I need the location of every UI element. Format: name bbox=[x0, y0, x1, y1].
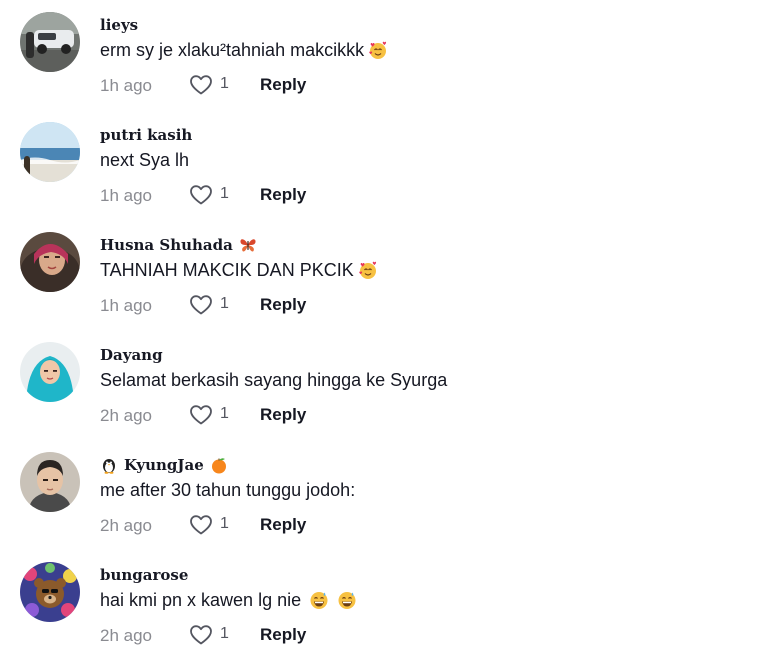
avatar[interactable] bbox=[20, 12, 80, 72]
comment-time: 2h ago bbox=[100, 626, 152, 645]
comment-meta: 1h ago 1 Reply bbox=[100, 184, 500, 208]
avatar[interactable] bbox=[20, 562, 80, 622]
username-text: lieys bbox=[100, 16, 139, 34]
smiling-face-with-hearts-icon bbox=[368, 40, 388, 60]
username[interactable]: bungarose bbox=[100, 565, 188, 585]
comment-meta: 1h ago 1 Reply bbox=[100, 294, 500, 318]
avatar[interactable] bbox=[20, 122, 80, 182]
reply-button[interactable]: Reply bbox=[260, 295, 306, 315]
avatar[interactable] bbox=[20, 342, 80, 402]
tangerine-icon bbox=[210, 456, 228, 474]
like-count: 1 bbox=[220, 625, 229, 642]
butterfly-icon bbox=[239, 236, 257, 254]
heart-icon bbox=[190, 625, 212, 645]
comment-text-content: me after 30 tahun tunggu jodoh: bbox=[100, 480, 356, 500]
heart-icon bbox=[190, 75, 212, 95]
grinning-face-with-sweat-icon bbox=[337, 590, 357, 610]
heart-icon bbox=[190, 405, 212, 425]
comment-time: 1h ago bbox=[100, 296, 152, 315]
comment-text: erm sy je xlaku²tahniah makcikkk bbox=[100, 38, 388, 62]
comment-time: 1h ago bbox=[100, 186, 152, 205]
comment-meta: 2h ago 1 Reply bbox=[100, 514, 500, 538]
username[interactable]: Dayang bbox=[100, 345, 163, 365]
reply-button[interactable]: Reply bbox=[260, 405, 306, 425]
username-text: KyungJae bbox=[124, 456, 204, 474]
comment-text-content: TAHNIAH MAKCIK DAN PKCIK bbox=[100, 260, 354, 280]
comment-item: bungarose hai kmi pn x kawen lg nie 2h a… bbox=[0, 550, 777, 660]
comment-time: 2h ago bbox=[100, 406, 152, 425]
avatar[interactable] bbox=[20, 232, 80, 292]
username-text: Husna Shuhada bbox=[100, 236, 233, 254]
comment-meta: 2h ago 1 Reply bbox=[100, 624, 500, 648]
comment-text: next Sya lh bbox=[100, 148, 189, 172]
like-button[interactable] bbox=[189, 624, 213, 646]
comment-item: Dayang Selamat berkasih sayang hingga ke… bbox=[0, 330, 777, 440]
comment-text-content: hai kmi pn x kawen lg nie bbox=[100, 590, 302, 610]
like-count: 1 bbox=[220, 405, 229, 422]
username[interactable]: KyungJae bbox=[100, 455, 228, 475]
like-count: 1 bbox=[220, 185, 229, 202]
like-button[interactable] bbox=[189, 294, 213, 316]
comment-time: 2h ago bbox=[100, 516, 152, 535]
comment-meta: 1h ago 1 Reply bbox=[100, 74, 500, 98]
comment-text-content: next Sya lh bbox=[100, 150, 190, 170]
comment-text: hai kmi pn x kawen lg nie bbox=[100, 588, 357, 612]
comment-text: TAHNIAH MAKCIK DAN PKCIK bbox=[100, 258, 378, 282]
comment-item: putri kasih next Sya lh 1h ago 1 Reply bbox=[0, 110, 777, 220]
like-button[interactable] bbox=[189, 184, 213, 206]
username[interactable]: Husna Shuhada bbox=[100, 235, 257, 255]
like-button[interactable] bbox=[189, 404, 213, 426]
comment-item: Husna Shuhada TAHNIAH MAKCIK DAN PKCIK 1… bbox=[0, 220, 777, 330]
like-button[interactable] bbox=[189, 74, 213, 96]
comment-text-content: Selamat berkasih sayang hingga ke Syurga bbox=[100, 370, 448, 390]
heart-icon bbox=[190, 295, 212, 315]
reply-button[interactable]: Reply bbox=[260, 625, 306, 645]
comment-item: lieys erm sy je xlaku²tahniah makcikkk 1… bbox=[0, 0, 777, 110]
comment-text: me after 30 tahun tunggu jodoh: bbox=[100, 478, 355, 502]
avatar[interactable] bbox=[20, 452, 80, 512]
reply-button[interactable]: Reply bbox=[260, 515, 306, 535]
like-button[interactable] bbox=[189, 514, 213, 536]
reply-button[interactable]: Reply bbox=[260, 185, 306, 205]
comment-item: KyungJae me after 30 tahun tunggu jodoh:… bbox=[0, 440, 777, 550]
comment-text-content: erm sy je xlaku²tahniah makcikkk bbox=[100, 40, 365, 60]
like-count: 1 bbox=[220, 295, 229, 312]
like-count: 1 bbox=[220, 75, 229, 92]
username-text: bungarose bbox=[100, 566, 189, 584]
heart-icon bbox=[190, 515, 212, 535]
username-text: putri kasih bbox=[100, 126, 193, 144]
grinning-face-with-sweat-icon bbox=[309, 590, 329, 610]
penguin-icon bbox=[100, 456, 118, 474]
username[interactable]: lieys bbox=[100, 15, 138, 35]
username-text: Dayang bbox=[100, 346, 163, 364]
comment-time: 1h ago bbox=[100, 76, 152, 95]
username[interactable]: putri kasih bbox=[100, 125, 192, 145]
heart-icon bbox=[190, 185, 212, 205]
comment-text: Selamat berkasih sayang hingga ke Syurga bbox=[100, 368, 447, 392]
comment-meta: 2h ago 1 Reply bbox=[100, 404, 500, 428]
like-count: 1 bbox=[220, 515, 229, 532]
comment-list: lieys erm sy je xlaku²tahniah makcikkk 1… bbox=[0, 0, 777, 661]
smiling-face-with-hearts-icon bbox=[358, 260, 378, 280]
reply-button[interactable]: Reply bbox=[260, 75, 306, 95]
